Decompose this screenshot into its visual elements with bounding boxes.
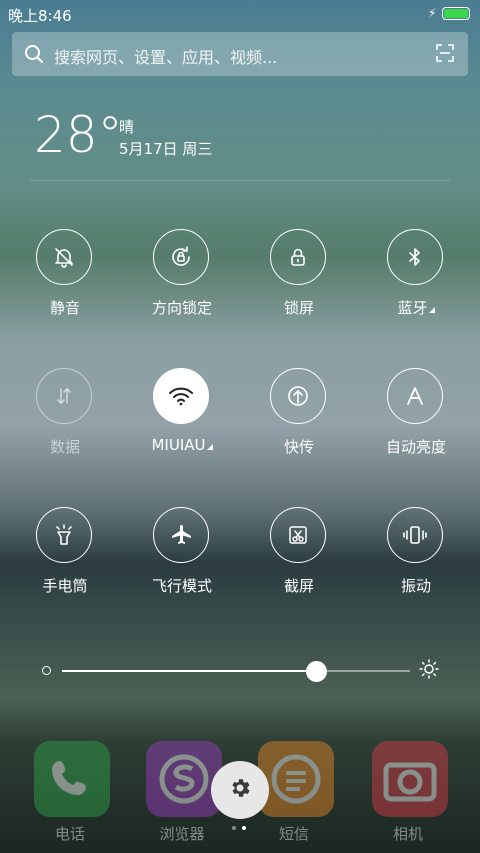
toggle-mute[interactable]: 静音 bbox=[15, 229, 115, 339]
app-label-browser: 浏览器 bbox=[159, 825, 205, 843]
lock-icon bbox=[270, 229, 326, 285]
data-arrows-icon bbox=[36, 368, 92, 424]
bluetooth-icon bbox=[387, 229, 443, 285]
toggle-label: 自动亮度 bbox=[385, 438, 446, 456]
search-icon bbox=[24, 44, 44, 68]
phone-icon[interactable] bbox=[34, 741, 110, 817]
toggle-label: 数据 bbox=[49, 438, 80, 456]
toggle-screenshot[interactable]: 截屏 bbox=[249, 507, 349, 617]
toggle-label: 振动 bbox=[400, 577, 431, 595]
toggle-airplane-mode[interactable]: 飞行模式 bbox=[132, 507, 232, 617]
toggle-label: 飞行模式 bbox=[151, 577, 212, 595]
toggle-label: 手电筒 bbox=[42, 577, 88, 595]
toggle-auto-brightness[interactable]: 自动亮度 bbox=[366, 368, 466, 478]
brightness-thumb[interactable] bbox=[306, 661, 328, 682]
toggle-label: 截屏 bbox=[283, 577, 314, 595]
page-dot bbox=[242, 826, 246, 830]
flashlight-icon bbox=[36, 507, 92, 563]
camera-icon[interactable] bbox=[372, 741, 448, 817]
toggle-label: 快传 bbox=[283, 438, 314, 456]
status-time: 晚上8:46 bbox=[8, 7, 72, 25]
wifi-icon bbox=[153, 368, 209, 424]
toggle-lock-screen[interactable]: 锁屏 bbox=[249, 229, 349, 339]
divider bbox=[30, 180, 450, 181]
toggle-label: 方向锁定 bbox=[151, 299, 212, 317]
gear-icon bbox=[228, 776, 252, 804]
toggle-flashlight[interactable]: 手电筒 bbox=[15, 507, 115, 617]
toggle-vibrate[interactable]: 振动 bbox=[366, 507, 466, 617]
browser-icon[interactable] bbox=[146, 741, 222, 817]
toggle-bluetooth[interactable]: 蓝牙 bbox=[366, 229, 466, 339]
auto-brightness-icon bbox=[387, 368, 443, 424]
toggle-label: 锁屏 bbox=[283, 299, 314, 317]
airplane-icon bbox=[153, 507, 209, 563]
battery-icon bbox=[442, 7, 470, 20]
toggle-label: 静音 bbox=[49, 299, 80, 317]
status-bar: 晚上8:46 ⚡ bbox=[0, 0, 480, 28]
brightness-fill bbox=[62, 670, 317, 672]
toggle-quick-transfer[interactable]: 快传 bbox=[249, 368, 349, 478]
weather-date: 5月17日 周三 bbox=[119, 140, 213, 158]
app-label-messages: 短信 bbox=[278, 825, 309, 843]
brightness-slider[interactable] bbox=[36, 656, 446, 686]
toggle-wifi[interactable]: MIUIAU bbox=[132, 368, 232, 478]
upload-icon bbox=[270, 368, 326, 424]
bell-off-icon bbox=[36, 229, 92, 285]
brightness-track[interactable] bbox=[62, 661, 410, 682]
lightning-icon: ⚡ bbox=[428, 6, 437, 20]
message-icon[interactable] bbox=[258, 741, 334, 817]
weather-temperature: 28° bbox=[34, 106, 123, 164]
vibrate-icon bbox=[387, 507, 443, 563]
toggle-rotation-lock[interactable]: 方向锁定 bbox=[132, 229, 232, 339]
scan-icon[interactable] bbox=[436, 44, 454, 66]
brightness-high-icon bbox=[419, 659, 439, 683]
search-input[interactable]: 搜索网页、设置、应用、视频... bbox=[54, 44, 277, 68]
rotation-lock-icon bbox=[153, 229, 209, 285]
brightness-low-icon bbox=[42, 666, 51, 675]
search-bar[interactable]: 搜索网页、设置、应用、视频... bbox=[12, 32, 468, 76]
app-label-phone: 电话 bbox=[54, 825, 85, 843]
settings-button[interactable] bbox=[211, 761, 269, 819]
toggle-label: 蓝牙 bbox=[366, 297, 466, 318]
screenshot-icon bbox=[270, 507, 326, 563]
toggle-label: MIUIAU bbox=[132, 436, 232, 454]
toggle-data[interactable]: 数据 bbox=[15, 368, 115, 478]
app-label-camera: 相机 bbox=[392, 825, 423, 843]
page-dot bbox=[232, 826, 236, 830]
weather-condition: 晴 bbox=[119, 118, 135, 136]
